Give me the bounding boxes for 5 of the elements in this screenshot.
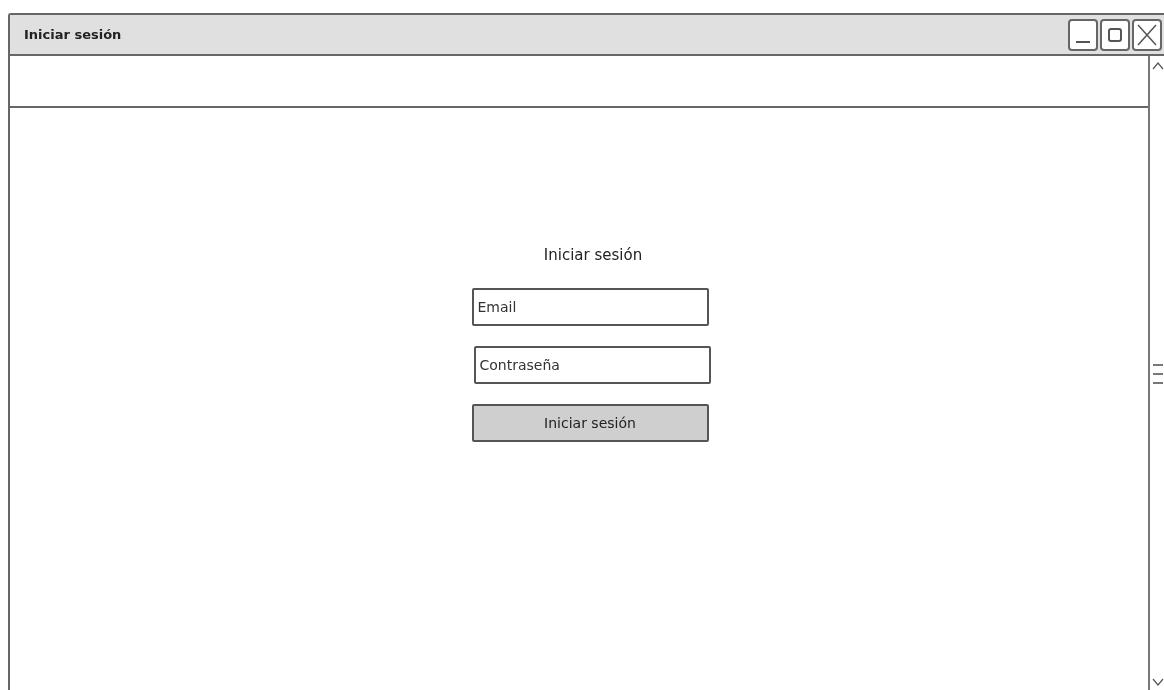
password-field[interactable]: Contraseña (473, 346, 711, 384)
email-field[interactable]: Email (471, 288, 709, 326)
window-title: Iniciar sesión (24, 27, 123, 42)
form-heading: Iniciar sesión (543, 246, 643, 264)
login-button[interactable]: Iniciar sesión (471, 404, 709, 442)
